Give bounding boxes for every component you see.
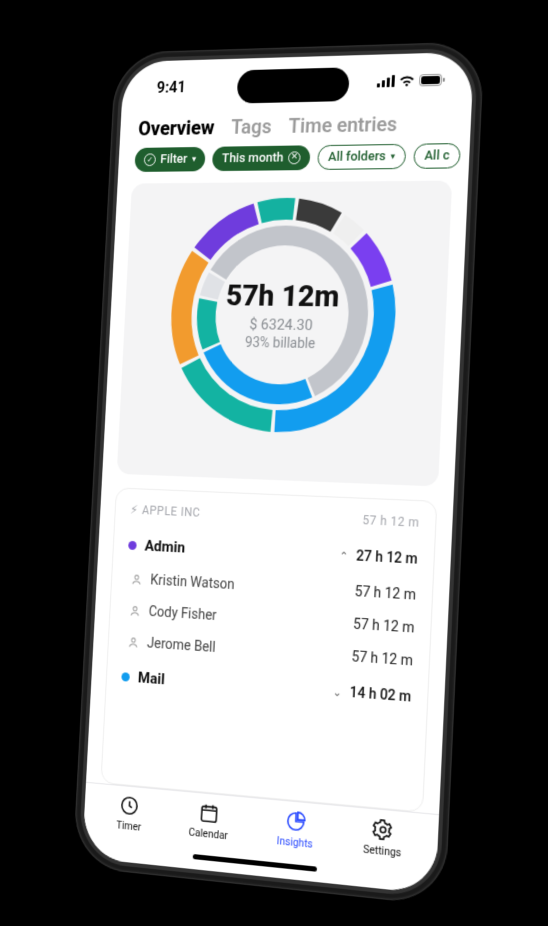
dynamic-island	[237, 67, 350, 103]
tab-tags[interactable]: Tags	[231, 114, 273, 138]
group-color-dot	[128, 540, 137, 549]
status-icons	[377, 74, 445, 88]
person-time: 57 h 12 m	[354, 584, 416, 604]
summary-amount: $ 6324.30	[249, 315, 313, 334]
group-time: 27 h 12 m	[356, 548, 418, 567]
extra-chip[interactable]: All c	[413, 143, 461, 169]
chevron-up-icon: ⌃	[339, 549, 349, 563]
check-circle-icon: ✓	[144, 153, 156, 166]
company-name: APPLE INC	[142, 503, 201, 519]
nav-settings[interactable]: Settings	[363, 817, 403, 860]
person-name: Jerome Bell	[147, 635, 216, 655]
person-icon	[128, 604, 141, 619]
phone-frame: 9:41 Overview Tags Time entries ✓ Filter…	[72, 41, 484, 906]
folders-chip[interactable]: All folders ▾	[317, 144, 406, 170]
person-icon	[130, 572, 143, 586]
period-chip[interactable]: This month ✕	[212, 145, 311, 171]
extra-label: All c	[424, 148, 450, 163]
folders-label: All folders	[328, 149, 386, 165]
status-time: 9:41	[156, 77, 186, 96]
nav-insights-label: Insights	[276, 834, 313, 851]
pie-chart-icon	[285, 809, 307, 833]
company-time: 57 h 12 m	[362, 513, 420, 530]
chevron-down-icon: ⌄	[332, 685, 342, 699]
filter-chip[interactable]: ✓ Filter ▾	[134, 147, 206, 172]
nav-settings-label: Settings	[363, 842, 402, 859]
summary-chart-card: 57h 12m $ 6324.30 93% billable	[117, 181, 452, 487]
gear-icon	[372, 817, 395, 842]
clock-icon	[119, 794, 140, 818]
close-circle-icon: ✕	[288, 151, 301, 164]
chevron-down-icon: ▾	[192, 154, 197, 164]
group-time: 14 h 02 m	[349, 685, 411, 706]
wifi-icon	[398, 74, 415, 86]
tab-overview[interactable]: Overview	[138, 116, 215, 141]
nav-timer[interactable]: Timer	[116, 794, 143, 834]
breakdown-list: ⚡︎APPLE INC 57 h 12 m Admin ⌃ 27 h 12 m …	[100, 487, 437, 812]
battery-icon	[419, 74, 445, 87]
donut-chart: 57h 12m $ 6324.30 93% billable	[162, 193, 405, 440]
summary-billable: 93% billable	[245, 335, 316, 352]
section-tabs: Overview Tags Time entries	[119, 106, 471, 148]
person-icon	[127, 635, 140, 650]
filter-chips: ✓ Filter ▾ This month ✕ All folders ▾ Al…	[118, 143, 470, 184]
bolt-icon: ⚡︎	[130, 503, 139, 517]
calendar-icon	[198, 801, 220, 825]
person-name: Cody Fisher	[148, 604, 217, 624]
screen: 9:41 Overview Tags Time entries ✓ Filter…	[82, 52, 474, 895]
nav-timer-label: Timer	[116, 818, 142, 833]
donut-center: 57h 12m $ 6324.30 93% billable	[162, 193, 405, 440]
person-time: 57 h 12 m	[351, 649, 413, 670]
group-name: Admin	[144, 537, 185, 557]
group-color-dot	[121, 672, 130, 681]
cellular-icon	[377, 75, 395, 87]
group-name: Mail	[137, 668, 165, 688]
summary-time: 57h 12m	[225, 278, 340, 314]
chevron-down-icon: ▾	[390, 152, 395, 162]
period-label: This month	[222, 151, 284, 167]
person-time: 57 h 12 m	[353, 616, 415, 636]
person-name: Kristin Watson	[150, 572, 235, 593]
nav-calendar-label: Calendar	[188, 825, 228, 842]
filter-label: Filter	[160, 152, 188, 167]
nav-calendar[interactable]: Calendar	[188, 800, 229, 842]
tab-time-entries[interactable]: Time entries	[288, 112, 398, 138]
nav-insights[interactable]: Insights	[276, 809, 314, 851]
